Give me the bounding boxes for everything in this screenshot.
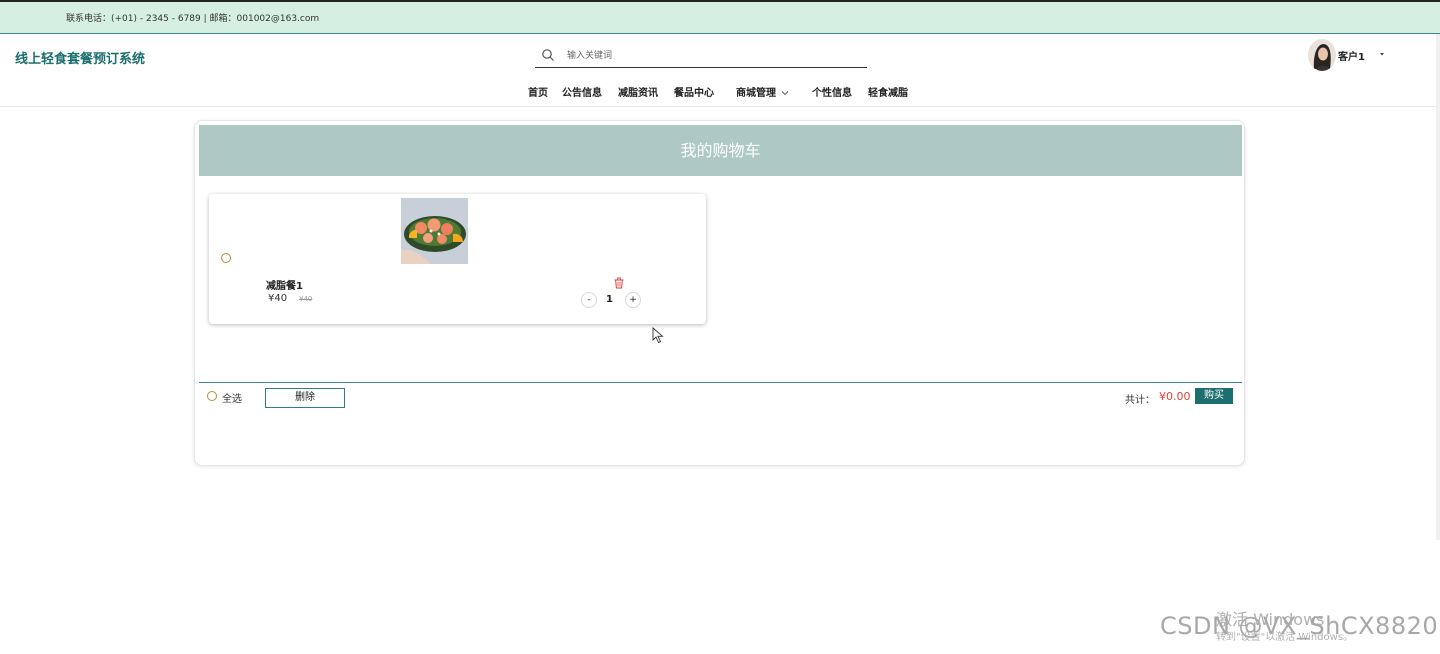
select-all-radio[interactable] xyxy=(207,391,217,401)
contact-info: 联系电话：(+01) - 2345 - 6789 | 邮箱：001002@163… xyxy=(66,14,320,24)
item-original-price: ¥40 xyxy=(299,295,313,303)
nav-personal-info[interactable]: 个性信息 xyxy=(812,84,852,99)
nav-mall-management-label: 商城管理 xyxy=(736,88,776,99)
site-title[interactable]: 线上轻食套餐预订系统 xyxy=(15,48,145,67)
search-input[interactable] xyxy=(567,48,857,64)
user-name: 客户1 xyxy=(1338,52,1365,63)
avatar xyxy=(1308,39,1336,71)
top-bar: 联系电话：(+01) - 2345 - 6789 | 邮箱：001002@163… xyxy=(0,0,1440,34)
item-price: ¥40 xyxy=(268,293,288,304)
cart-footer: 全选 删除 共计： ¥0.00 购买 xyxy=(199,382,1242,412)
nav-home[interactable]: 首页 xyxy=(528,84,548,99)
nav-diet-news[interactable]: 减脂资讯 xyxy=(618,84,658,99)
buy-button[interactable]: 购买 xyxy=(1195,388,1233,404)
page-scrollbar[interactable] xyxy=(1436,34,1440,540)
header: 线上轻食套餐预订系统 首页 公告信息 减脂资讯 餐品中心 商城管理 个性信息 轻… xyxy=(0,34,1440,107)
decrease-quantity-button[interactable]: - xyxy=(581,292,597,308)
select-all-label[interactable]: 全选 xyxy=(222,390,242,405)
cart-panel: 我的购物车 减脂餐1 ¥40 ¥40 - 1 + 全选 删除 共计： ¥0.00… xyxy=(194,120,1245,466)
cart-title: 我的购物车 xyxy=(199,125,1242,176)
item-name: 减脂餐1 xyxy=(266,281,303,292)
cart-item: 减脂餐1 ¥40 ¥40 - 1 + xyxy=(209,194,706,324)
nav-meal-center[interactable]: 餐品中心 xyxy=(674,84,714,99)
search-bar xyxy=(535,45,867,68)
caret-down-icon[interactable] xyxy=(1378,50,1386,58)
search-icon[interactable] xyxy=(541,48,555,62)
nav-mall-management[interactable]: 商城管理 xyxy=(736,84,789,99)
nav-announcements[interactable]: 公告信息 xyxy=(562,84,602,99)
main-nav: 首页 公告信息 减脂资讯 餐品中心 商城管理 个性信息 轻食减脂 xyxy=(0,84,1440,100)
mouse-cursor-icon xyxy=(652,327,664,344)
quantity-value: 1 xyxy=(606,294,613,305)
nav-light-diet[interactable]: 轻食减脂 xyxy=(868,84,908,99)
avatar-image xyxy=(1308,39,1336,71)
item-select-radio[interactable] xyxy=(221,253,231,263)
csdn-watermark: CSDN @VX_ShCX8820 xyxy=(1160,612,1439,640)
item-image xyxy=(401,198,468,264)
trash-icon[interactable] xyxy=(613,277,625,289)
chevron-down-icon xyxy=(782,91,789,96)
total-value: ¥0.00 xyxy=(1159,390,1191,403)
increase-quantity-button[interactable]: + xyxy=(625,292,641,308)
total-label: 共计： xyxy=(1125,395,1155,406)
delete-button[interactable]: 删除 xyxy=(265,388,345,408)
